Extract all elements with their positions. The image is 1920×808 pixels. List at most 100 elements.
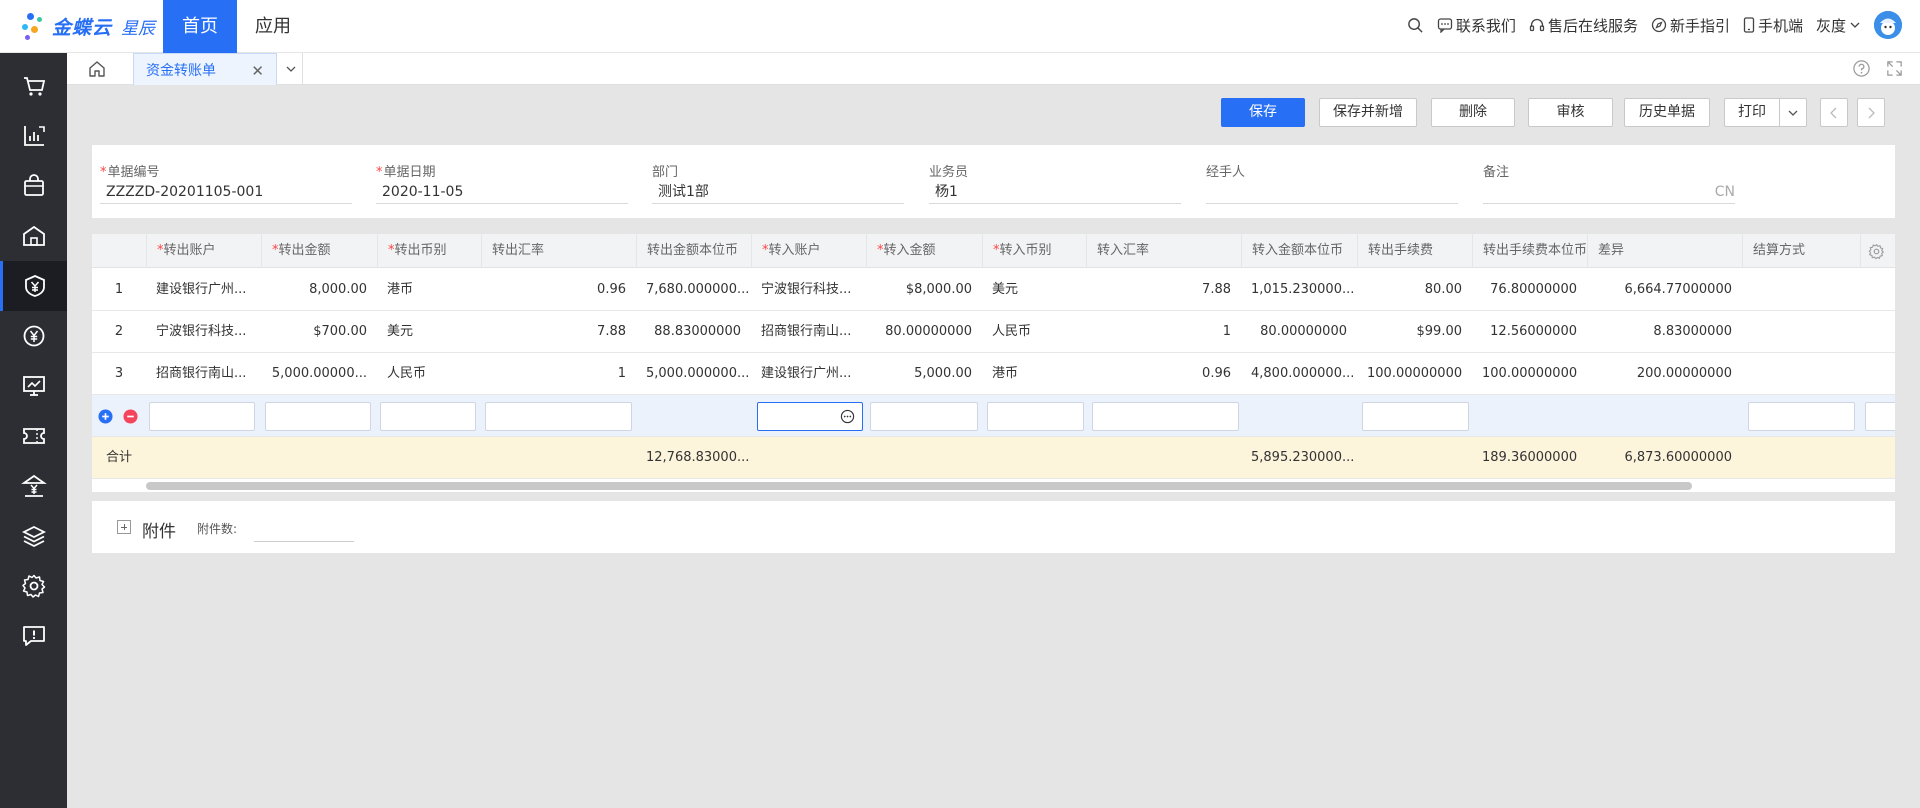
audit-button[interactable]: 审核 [1528,98,1613,127]
cell-diff[interactable]: 200.00000000 [1587,353,1742,395]
cell-out-amount[interactable]: $700.00 [261,311,377,353]
salesman-field[interactable]: 业务员 杨1 [929,161,1181,204]
help-button[interactable] [1852,59,1871,82]
in-rate-input[interactable] [1092,402,1239,431]
out-account-input[interactable] [149,402,255,431]
cell-out-amount[interactable]: 5,000.00000... [261,353,377,395]
cell-out-account[interactable]: 宁波银行科技... [146,311,261,353]
out-currency-input[interactable] [380,402,476,431]
cell-out-currency[interactable]: 港币 [377,269,481,311]
guide-link[interactable]: 新手指引 [1651,15,1730,36]
cell-out-base[interactable]: 5,000.000000... [636,353,751,395]
sidebar-item-sales[interactable] [0,161,67,211]
cell-in-amount[interactable]: 5,000.00 [866,353,982,395]
bill-no-input[interactable]: ZZZZD-20201105-001 [100,182,352,204]
settle-method-input[interactable] [1748,402,1855,431]
contact-link[interactable]: 联系我们 [1437,15,1516,36]
cell-out-amount[interactable]: 8,000.00 [261,269,377,311]
print-menu-button[interactable] [1779,98,1807,127]
save-button[interactable]: 保存 [1221,98,1305,127]
cell-settle-method[interactable] [1742,353,1857,395]
cell-in-account[interactable]: 建设银行广州... [751,353,866,395]
in-currency-input[interactable] [987,402,1084,431]
sidebar-item-funds[interactable] [0,261,67,311]
cell-fee-base[interactable]: 12.56000000 [1472,311,1587,353]
cell-out-account[interactable]: 建设银行广州... [146,269,261,311]
fee-input[interactable] [1362,402,1469,431]
sidebar-item-feedback[interactable] [0,611,67,661]
horizontal-scrollbar[interactable] [146,482,1692,490]
cell-in-rate[interactable]: 0.96 [1086,353,1241,395]
cell-out-base[interactable]: 7,680.000000... [636,269,751,311]
next-column-input[interactable] [1865,402,1895,431]
history-button[interactable]: 历史单据 [1624,98,1710,127]
sidebar-item-inventory[interactable] [0,211,67,261]
cell-out-base[interactable]: 88.83000000 [636,311,751,353]
cell-fee-base[interactable]: 76.80000000 [1472,269,1587,311]
handler-input[interactable] [1206,182,1458,204]
sidebar-item-report[interactable] [0,111,67,161]
tab-list-dropdown[interactable] [279,53,303,85]
bill-date-input[interactable]: 2020-11-05 [376,182,628,204]
add-row-icon[interactable] [98,409,113,424]
home-tab-button[interactable] [87,59,107,83]
cell-in-amount[interactable]: $8,000.00 [866,269,982,311]
cell-out-rate[interactable]: 1 [481,353,636,395]
attachment-count-input[interactable] [254,541,354,542]
bill-no-field[interactable]: *单据编号 ZZZZD-20201105-001 [100,161,352,204]
out-amount-input[interactable] [265,402,371,431]
cell-in-base[interactable]: 4,800.000000... [1241,353,1357,395]
cell-in-rate[interactable]: 7.88 [1086,269,1241,311]
next-record-button[interactable] [1857,98,1885,127]
more-options-icon[interactable] [840,409,855,424]
dept-field[interactable]: 部门 测试1部 [652,161,904,204]
sidebar-item-purchase[interactable] [0,61,67,111]
cell-fee-base[interactable]: 100.00000000 [1472,353,1587,395]
cell-in-base[interactable]: 1,015.230000... [1241,269,1357,311]
remark-input[interactable]: CN [1483,182,1735,204]
remark-field[interactable]: 备注 CN [1483,161,1735,204]
sidebar-item-assets[interactable] [0,461,67,511]
cell-diff[interactable]: 6,664.77000000 [1587,269,1742,311]
sidebar-item-tickets[interactable] [0,411,67,461]
cell-diff[interactable]: 8.83000000 [1587,311,1742,353]
print-button[interactable]: 打印 [1724,98,1780,127]
logo[interactable]: 金蝶云 星辰 [22,8,155,44]
cell-in-currency[interactable]: 人民币 [982,311,1086,353]
cell-in-amount[interactable]: 80.00000000 [866,311,982,353]
mobile-link[interactable]: 手机端 [1743,15,1803,36]
in-account-input[interactable] [757,402,863,431]
cell-in-currency[interactable]: 港币 [982,353,1086,395]
service-link[interactable]: 售后在线服务 [1529,15,1638,36]
in-amount-input[interactable] [870,402,978,431]
cell-settle-method[interactable] [1742,269,1857,311]
table-row[interactable]: 3 招商银行南山... 5,000.00000... 人民币 1 5,000.0… [92,353,1895,395]
cell-fee[interactable]: 100.00000000 [1357,353,1472,395]
out-rate-input[interactable] [485,402,632,431]
user-menu[interactable]: 灰度 [1816,15,1861,36]
search-button[interactable] [1407,17,1424,34]
cell-out-currency[interactable]: 人民币 [377,353,481,395]
cell-fee[interactable]: $99.00 [1357,311,1472,353]
nav-home-tab[interactable]: 首页 [163,0,237,53]
cell-in-account[interactable]: 招商银行南山... [751,311,866,353]
cell-fee[interactable]: 80.00 [1357,269,1472,311]
delete-row-icon[interactable] [123,409,138,424]
cell-in-account[interactable]: 宁波银行科技... [751,269,866,311]
cell-out-rate[interactable]: 7.88 [481,311,636,353]
cell-out-currency[interactable]: 美元 [377,311,481,353]
nav-apps-tab[interactable]: 应用 [236,0,310,53]
save-and-new-button[interactable]: 保存并新增 [1319,98,1417,127]
sidebar-item-settings[interactable] [0,561,67,611]
expand-icon[interactable] [117,520,131,534]
handler-field[interactable]: 经手人 [1206,161,1458,204]
tab-fund-transfer[interactable]: 资金转账单 ✕ [133,53,277,85]
column-settings-button[interactable] [1860,234,1895,268]
close-icon[interactable]: ✕ [251,62,264,80]
cell-out-account[interactable]: 招商银行南山... [146,353,261,395]
cell-out-rate[interactable]: 0.96 [481,269,636,311]
dept-input[interactable]: 测试1部 [652,182,904,204]
cell-in-rate[interactable]: 1 [1086,311,1241,353]
cell-in-base[interactable]: 80.00000000 [1241,311,1357,353]
table-row[interactable]: 1 建设银行广州... 8,000.00 港币 0.96 7,680.00000… [92,269,1895,311]
